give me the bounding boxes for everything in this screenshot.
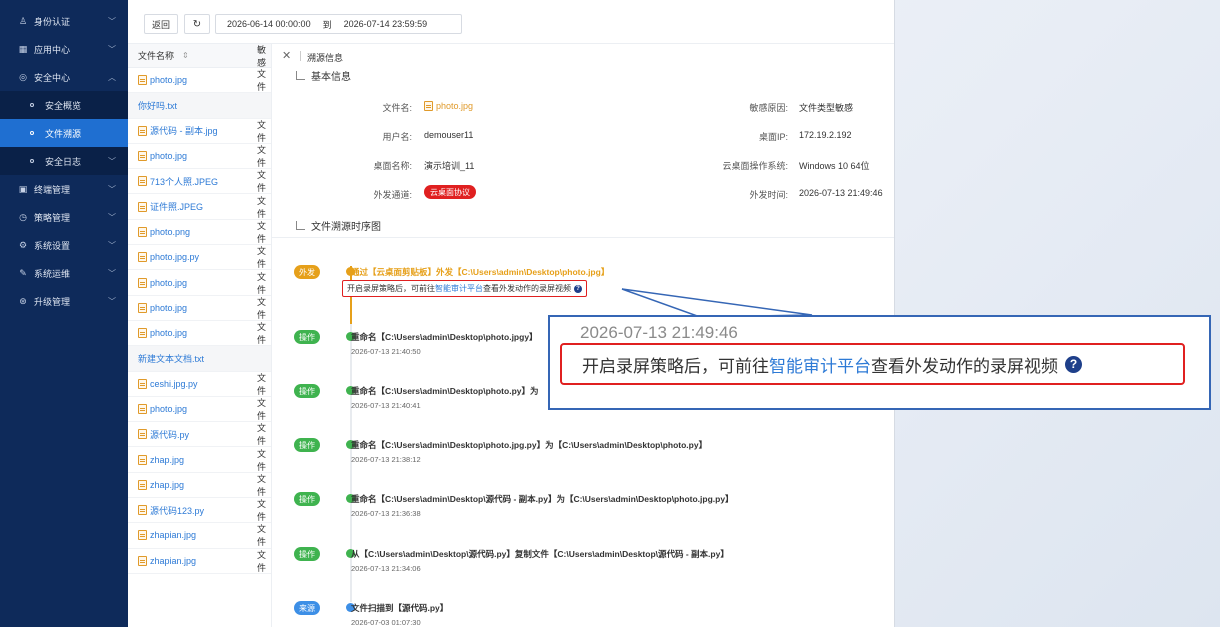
callout-hint-box: 开启录屏策略后，可前往 智能审计平台 查看外发动作的录屏视频 ? — [560, 343, 1185, 385]
hint-text: 查看外发动作的录屏视频 — [871, 356, 1058, 376]
zoom-callout: 2026-07-13 21:49:46 开启录屏策略后，可前往 智能审计平台 查… — [548, 315, 1211, 410]
hint-text: 开启录屏策略后，可前往 — [582, 356, 769, 376]
callout-pointer — [621, 288, 813, 318]
help-icon[interactable]: ? — [1065, 355, 1082, 373]
audit-platform-link[interactable]: 智能审计平台 — [769, 352, 871, 377]
callout-time: 2026-07-13 21:49:46 — [580, 323, 738, 342]
